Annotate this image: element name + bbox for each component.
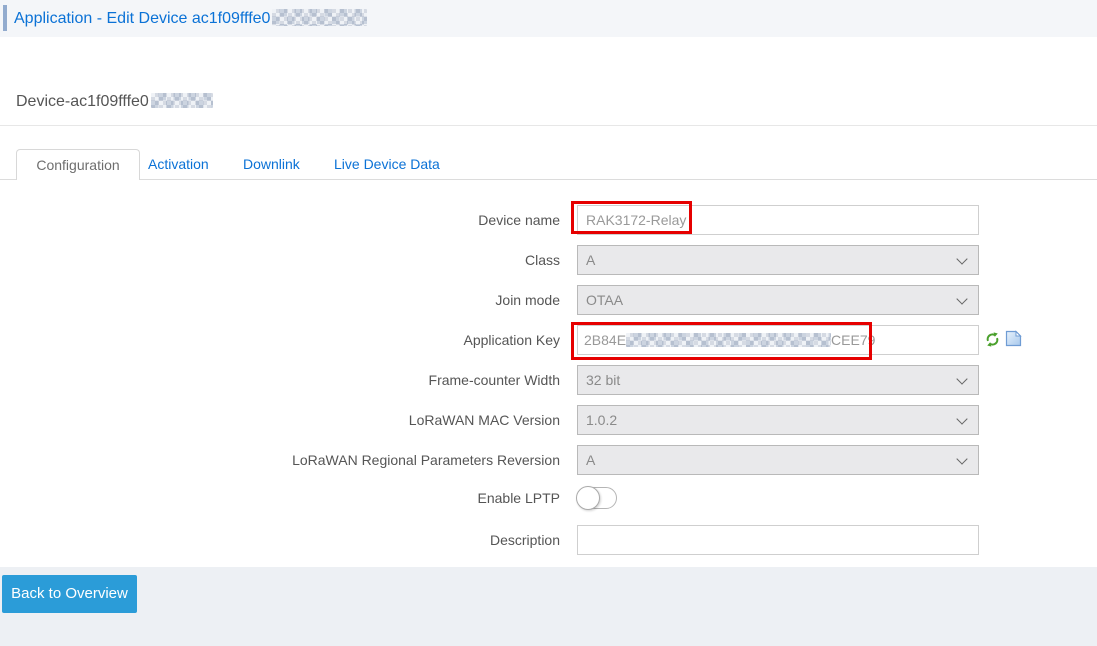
chevron-down-icon <box>956 373 967 384</box>
chevron-down-icon <box>956 293 967 304</box>
tab-activation[interactable]: Activation <box>148 149 209 180</box>
device-heading: Device-ac1f09fffe0 <box>16 89 213 115</box>
device-name-input[interactable] <box>577 205 979 235</box>
page-title-text: Application - Edit Device <box>14 10 192 27</box>
regional-params-reversion-label: LoRaWAN Regional Parameters Reversion <box>0 445 560 475</box>
page-title: Application - Edit Device ac1f09fffe0 <box>14 0 367 37</box>
mac-version-selected-value: 1.0.2 <box>586 412 617 428</box>
join-mode-select[interactable]: OTAA <box>577 285 979 315</box>
header-accent-bar <box>3 5 7 31</box>
application-key-input[interactable]: 2B84E CEE79 <box>577 325 979 355</box>
application-key-label: Application Key <box>0 325 560 355</box>
device-heading-prefix: Device- <box>16 93 70 110</box>
mac-version-select[interactable]: 1.0.2 <box>577 405 979 435</box>
redacted-device-eui-mask <box>151 93 213 108</box>
tab-downlink[interactable]: Downlink <box>243 149 300 180</box>
device-name-label: Device name <box>0 205 560 235</box>
enable-lptp-label: Enable LPTP <box>0 483 560 513</box>
generate-key-refresh-icon[interactable] <box>985 332 1000 347</box>
class-select[interactable]: A <box>577 245 979 275</box>
app-key-visible-suffix: CEE79 <box>831 332 875 348</box>
join-mode-label: Join mode <box>0 285 560 315</box>
redacted-device-eui-mask <box>272 9 367 26</box>
frame-counter-width-select[interactable]: 32 bit <box>577 365 979 395</box>
frame-counter-width-label: Frame-counter Width <box>0 365 560 395</box>
mac-version-label: LoRaWAN MAC Version <box>0 405 560 435</box>
frame-counter-selected-value: 32 bit <box>586 372 620 388</box>
chevron-down-icon <box>956 453 967 464</box>
chevron-down-icon <box>956 413 967 424</box>
edit-device-page: Application - Edit Device ac1f09fffe0 De… <box>0 0 1097 646</box>
class-selected-value: A <box>586 252 595 268</box>
app-key-visible-prefix: 2B84E <box>584 332 626 348</box>
join-mode-selected-value: OTAA <box>586 292 623 308</box>
heading-divider <box>0 125 1097 126</box>
enable-lptp-toggle[interactable] <box>577 487 617 509</box>
device-panel: Device-ac1f09fffe0 Configuration Activat… <box>0 37 1097 567</box>
chevron-down-icon <box>956 253 967 264</box>
page-title-device-eui: ac1f09fffe0 <box>192 10 271 27</box>
regional-params-reversion-select[interactable]: A <box>577 445 979 475</box>
page-header: Application - Edit Device ac1f09fffe0 <box>0 0 1097 37</box>
tab-configuration[interactable]: Configuration <box>16 149 140 180</box>
device-heading-eui: ac1f09fffe0 <box>70 93 149 110</box>
regional-params-selected-value: A <box>586 452 595 468</box>
page-footer: Back to Overview <box>0 567 1097 646</box>
class-label: Class <box>0 245 560 275</box>
description-label: Description <box>0 525 560 555</box>
back-to-overview-button[interactable]: Back to Overview <box>2 575 137 613</box>
description-input[interactable] <box>577 525 979 555</box>
redacted-app-key-mask <box>626 333 831 347</box>
tab-live-device-data[interactable]: Live Device Data <box>334 149 440 180</box>
copy-key-icon[interactable] <box>1004 329 1023 348</box>
toggle-knob <box>576 486 600 510</box>
